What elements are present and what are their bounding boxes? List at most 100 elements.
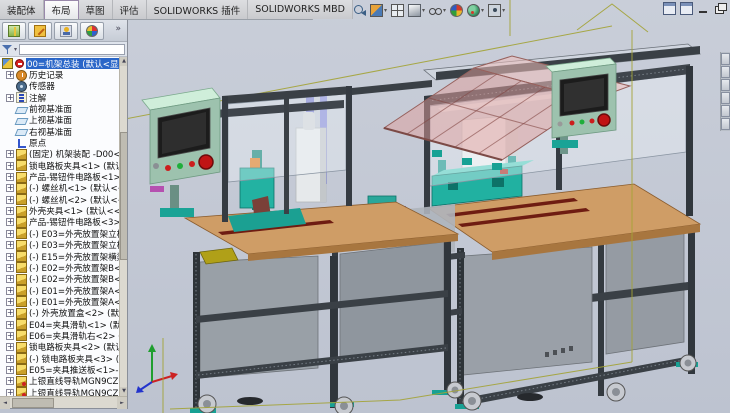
tree-row[interactable]: + (-) E03=外壳放置架立柱<2> <box>1 240 119 251</box>
expand-toggle[interactable]: + <box>6 162 14 170</box>
taskpane-tab-3[interactable] <box>721 79 730 91</box>
expand-toggle[interactable]: + <box>6 275 14 283</box>
scroll-thumb[interactable] <box>12 398 54 408</box>
tree-item-sensors[interactable]: 传感器 <box>1 81 119 92</box>
previous-view-button[interactable] <box>352 3 367 18</box>
expand-toggle[interactable]: + <box>6 196 14 204</box>
expand-toggle[interactable]: + <box>6 343 14 351</box>
expand-toggle[interactable]: + <box>6 207 14 215</box>
tab-layout[interactable]: 布局 <box>44 0 79 19</box>
tree-row[interactable]: + 外壳夹具<1> (默认<<默认>_显示状态 1>) <box>1 205 119 216</box>
tree-item-right-plane[interactable]: 右视基准面 <box>1 126 119 137</box>
filter-input[interactable] <box>19 44 125 55</box>
tree-row[interactable]: + (-) 螺丝机<1> (默认<<默认>_显示状态 1>) <box>1 183 119 194</box>
tree-row[interactable]: + 产品-锡钮件电路板<1> (默认) <box>1 171 119 182</box>
expand-toggle[interactable]: + <box>6 298 14 306</box>
tab-solidworks-addins[interactable]: SOLIDWORKS 插件 <box>147 0 249 19</box>
tree-row[interactable]: + E06=夹具滑轨右<2> (默认) <box>1 330 119 341</box>
dropdown-arrow-icon[interactable]: ▾ <box>481 7 484 14</box>
view-orientation-button[interactable] <box>390 3 405 18</box>
taskpane-tab-2[interactable] <box>721 66 730 78</box>
tree-row[interactable]: + (-) 螺丝机<2> (默认<<默认>_显示状态 1>) <box>1 194 119 205</box>
dropdown-arrow-icon[interactable]: ▾ <box>502 7 505 14</box>
section-view-button[interactable]: ▾ <box>369 3 388 18</box>
tab-assembly[interactable]: 装配体 <box>0 0 44 19</box>
tree-item-top-plane[interactable]: 上视基准面 <box>1 115 119 126</box>
taskpane-tab-4[interactable] <box>721 92 730 104</box>
taskpane-tab-1[interactable] <box>721 53 730 65</box>
tree-row[interactable]: + 锁电路板夹具<1> (默认<<默认>_显示状态 1>) <box>1 160 119 171</box>
expand-toggle[interactable]: + <box>6 287 14 295</box>
tree-row[interactable]: + 上银直线导轨MGN9CZ0<1> <box>1 376 119 387</box>
tree-row[interactable]: + (-) E01=外壳放置架A<1> <box>1 285 119 296</box>
restore-button[interactable] <box>714 2 727 15</box>
scroll-down-arrow[interactable]: ▼ <box>120 387 127 396</box>
expand-toggle[interactable]: + <box>6 309 14 317</box>
filter-dropdown-icon[interactable]: ▾ <box>14 46 17 53</box>
doc-window-button-2[interactable] <box>680 2 693 15</box>
tree-row[interactable]: + 锁电路板夹具<2> (默认) <box>1 342 119 353</box>
tree-row[interactable]: + (-) E02=外壳放置架B<1> <box>1 262 119 273</box>
expand-toggle[interactable]: + <box>6 173 14 181</box>
tree-item-front-plane[interactable]: 前视基准面 <box>1 103 119 114</box>
tab-solidworks-mbd[interactable]: SOLIDWORKS MBD <box>248 0 353 19</box>
tree-row[interactable]: + (-) 锁电路板夹具<3> (默认) <box>1 353 119 364</box>
tree-item-label: 原点 <box>29 137 46 148</box>
tab-evaluate[interactable]: 评估 <box>113 0 147 19</box>
tree-row[interactable]: + E04=夹具滑轨<1> (默认) <box>1 319 119 330</box>
tree-row[interactable]: + (-) E15=外壳放置架横梁<1> <box>1 251 119 262</box>
expand-toggle[interactable]: + <box>6 389 14 396</box>
tree-row[interactable]: + (固定) 机架装配 -D00<1> <box>1 149 119 160</box>
scroll-right-arrow[interactable]: ► <box>117 397 127 409</box>
tree-item-history[interactable]: + 历史记录 <box>1 69 119 80</box>
expand-toggle[interactable]: + <box>6 377 14 385</box>
expand-toggle[interactable]: + <box>6 184 14 192</box>
filter-funnel-icon[interactable] <box>2 44 12 54</box>
expand-toggle[interactable]: + <box>6 355 14 363</box>
tree-row[interactable]: + (-) E02=外壳放置架B<2> <box>1 274 119 285</box>
expand-toggle[interactable]: + <box>6 264 14 272</box>
view-settings-button[interactable]: ▾ <box>487 3 506 18</box>
tree-row[interactable]: + 上银直线导轨MGN9CZ0<2> <box>1 387 119 396</box>
expand-toggle[interactable]: + <box>6 253 14 261</box>
minimize-button[interactable] <box>697 2 710 15</box>
dropdown-arrow-icon[interactable]: ▾ <box>443 7 446 14</box>
taskpane-tab-5[interactable] <box>721 105 730 117</box>
dropdown-arrow-icon[interactable]: ▾ <box>384 7 387 14</box>
edit-appearance-button[interactable] <box>449 3 464 18</box>
expand-toggle[interactable]: + <box>6 150 14 158</box>
expand-toggle[interactable]: + <box>6 366 14 374</box>
scroll-thumb[interactable] <box>120 132 127 261</box>
expand-toggle[interactable]: + <box>6 230 14 238</box>
tree-row[interactable]: + 产品-锡钮件电路板<3> (默认) <box>1 217 119 228</box>
display-style-button[interactable]: ▾ <box>407 3 426 18</box>
apply-scene-button[interactable]: ▾ <box>466 3 485 18</box>
tree-item-annotations[interactable]: + 注解 <box>1 92 119 103</box>
taskpane-tab-6[interactable] <box>721 118 730 130</box>
expand-toggle[interactable]: + <box>6 94 14 102</box>
scroll-left-arrow[interactable]: ◄ <box>0 397 10 409</box>
expand-toggle[interactable]: + <box>6 332 14 340</box>
hide-show-items-button[interactable]: ▾ <box>428 3 447 18</box>
expand-toggle[interactable]: + <box>6 321 14 329</box>
tree-vertical-scrollbar[interactable]: ▲ ▼ <box>119 57 127 396</box>
configurationmanager-tab[interactable] <box>54 22 78 40</box>
tree-row[interactable]: + (-) E01=外壳放置架A<2> <box>1 296 119 307</box>
tree-item-origin[interactable]: 原点 <box>1 137 119 148</box>
tree-row[interactable]: + (-) 外壳放置盒<2> (默认) <box>1 308 119 319</box>
featuremanager-tree-tab[interactable] <box>2 22 26 40</box>
tab-sketch[interactable]: 草图 <box>79 0 113 19</box>
scroll-up-arrow[interactable]: ▲ <box>120 57 127 66</box>
tree-item-root[interactable]: 00=机架总装 (默认<显示状态-1>) <box>1 58 119 69</box>
doc-window-button-1[interactable] <box>663 2 676 15</box>
expand-toggle[interactable]: + <box>6 218 14 226</box>
tree-row[interactable]: + (-) E03=外壳放置架立柱<1> <box>1 228 119 239</box>
panel-toolbar-overflow[interactable]: » <box>115 24 123 34</box>
propertymanager-tab[interactable] <box>28 22 52 40</box>
expand-toggle[interactable]: + <box>6 241 14 249</box>
tree-horizontal-scrollbar[interactable]: ◄ ► <box>0 396 127 408</box>
displaymanager-tab[interactable] <box>80 22 104 40</box>
expand-toggle[interactable]: + <box>6 71 14 79</box>
tree-row[interactable]: + E05=夹具推送板<1>-> <box>1 364 119 375</box>
dropdown-arrow-icon[interactable]: ▾ <box>422 7 425 14</box>
